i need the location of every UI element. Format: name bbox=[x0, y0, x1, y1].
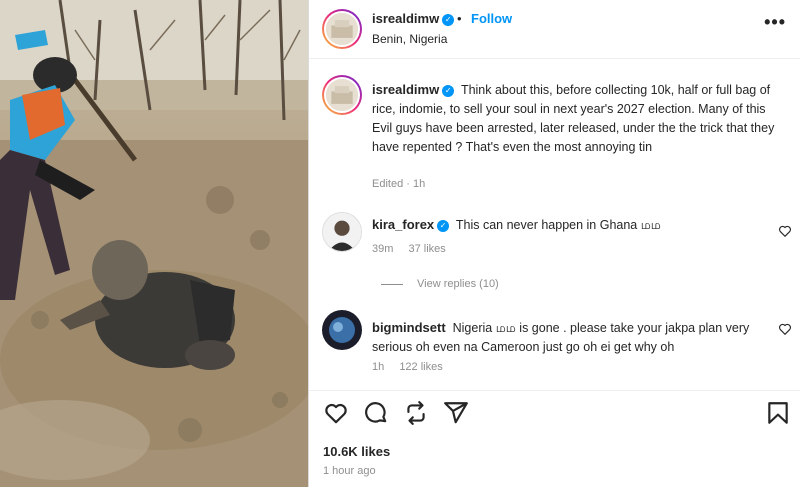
author-username[interactable]: isrealdimw ✓ bbox=[372, 11, 455, 26]
author-username-text[interactable]: isrealdimw bbox=[372, 11, 439, 26]
comment-icon[interactable] bbox=[363, 400, 389, 426]
verified-badge-icon: ✓ bbox=[442, 13, 455, 26]
post-details-panel: isrealdimw ✓ • Follow Benin, Nigeria ••• … bbox=[309, 0, 800, 487]
caption-meta: Edited · 1h bbox=[372, 178, 426, 190]
comment-meta: 1h 122 likes bbox=[372, 361, 455, 373]
caption-author-avatar[interactable] bbox=[322, 75, 362, 115]
heart-icon[interactable] bbox=[323, 400, 349, 426]
video-frame-illustration bbox=[0, 0, 308, 487]
verified-badge-icon: ✓ bbox=[437, 219, 450, 232]
caption-username[interactable]: isrealdimw bbox=[372, 82, 439, 97]
post-actions-bar bbox=[323, 400, 793, 430]
verified-badge-icon: ✓ bbox=[442, 84, 455, 97]
post-caption: isrealdimw ✓ Think about this, before col… bbox=[372, 80, 782, 157]
comment-item: bigmindsett Nigeria மம is gone . please … bbox=[372, 318, 772, 357]
comment-like-heart-icon[interactable] bbox=[778, 224, 792, 238]
post-header: isrealdimw ✓ • Follow Benin, Nigeria ••• bbox=[309, 0, 800, 58]
commenter-avatar[interactable] bbox=[322, 212, 362, 252]
comment-text: This can never happen in Ghana மம bbox=[455, 218, 661, 232]
repost-icon[interactable] bbox=[403, 400, 429, 426]
view-replies-button[interactable]: View replies (10) bbox=[381, 278, 499, 290]
share-icon[interactable] bbox=[443, 400, 469, 426]
author-avatar[interactable] bbox=[322, 9, 362, 49]
comment-likes[interactable]: 122 likes bbox=[399, 361, 442, 373]
comment-like-heart-icon[interactable] bbox=[778, 322, 792, 336]
likes-count[interactable]: 10.6K likes bbox=[323, 444, 390, 459]
post-time[interactable]: 1 hour ago bbox=[323, 465, 376, 477]
bookmark-icon[interactable] bbox=[765, 400, 791, 426]
comment-time: 1h bbox=[372, 361, 385, 373]
separator-dot: • bbox=[457, 11, 462, 26]
actions-divider bbox=[309, 390, 800, 391]
comment-likes[interactable]: 37 likes bbox=[408, 243, 445, 255]
post-location[interactable]: Benin, Nigeria bbox=[372, 32, 447, 46]
more-options-icon[interactable]: ••• bbox=[764, 12, 786, 33]
comment-username[interactable]: bigmindsett bbox=[372, 320, 446, 335]
replies-line bbox=[381, 283, 403, 285]
comment-meta: 39m 37 likes bbox=[372, 243, 458, 255]
post-media[interactable] bbox=[0, 0, 308, 487]
comment-username[interactable]: kira_forex bbox=[372, 217, 434, 232]
commenter-avatar[interactable] bbox=[322, 310, 362, 350]
header-divider bbox=[309, 58, 800, 59]
follow-button[interactable]: Follow bbox=[471, 11, 512, 26]
view-replies-label[interactable]: View replies (10) bbox=[417, 278, 499, 290]
comment-item: kira_forex ✓ This can never happen in Gha… bbox=[372, 215, 772, 235]
comment-time: 39m bbox=[372, 243, 394, 255]
